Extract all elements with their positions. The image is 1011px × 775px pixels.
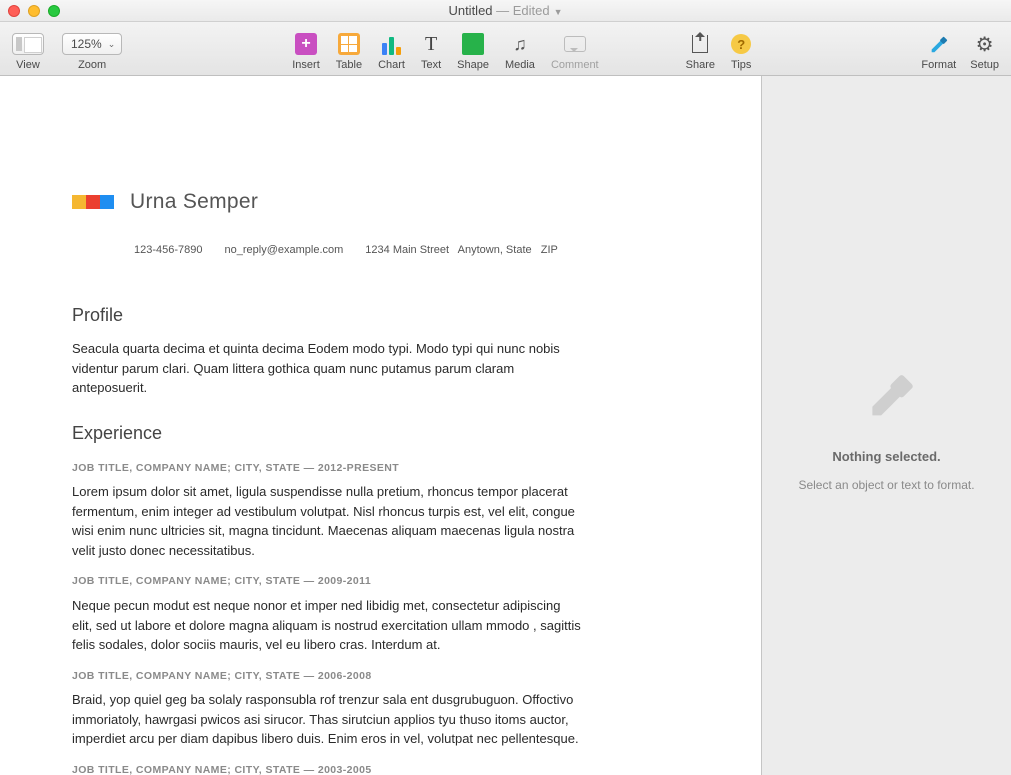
job-heading[interactable]: JOB TITLE, COMPANY NAME; CITY, STATE — 2… [72,461,701,477]
toolbar: View 125% ⌄ Zoom Insert Table Chart T [0,22,1011,76]
table-button[interactable]: Table [336,32,362,71]
insert-button[interactable]: Insert [292,32,320,71]
format-button[interactable]: Format [921,32,956,71]
media-button[interactable]: ♫ Media [505,32,535,71]
share-button[interactable]: Share [686,32,715,71]
job-body[interactable]: Neque pecun modut est neque nonor et imp… [72,596,582,655]
view-label: View [16,59,40,71]
zoom-dropdown[interactable]: 125% ⌄ [62,33,122,55]
comment-button[interactable]: Comment [551,32,599,71]
zoom-window-button[interactable] [48,5,60,17]
profile-heading[interactable]: Profile [72,302,701,329]
window-title[interactable]: Untitled — Edited ▼ [0,3,1011,18]
resume-name[interactable]: Urna Semper [130,186,258,218]
caret-down-icon: ⌄ [108,39,116,50]
job-heading[interactable]: JOB TITLE, COMPANY NAME; CITY, STATE — 2… [72,763,701,775]
document-content[interactable]: Urna Semper 123-456-7890 no_reply@exampl… [0,76,761,775]
comment-label: Comment [551,59,599,71]
view-button[interactable]: View [12,32,44,71]
chevron-down-icon: ▼ [554,7,563,17]
text-button[interactable]: T Text [421,32,441,71]
brush-icon [852,360,922,435]
format-inspector: Nothing selected. Select an object or te… [761,76,1011,775]
table-label: Table [336,59,362,71]
media-label: Media [505,59,535,71]
shape-icon [462,33,484,55]
setup-button[interactable]: ⚙ Setup [970,32,999,71]
main-area: Urna Semper 123-456-7890 no_reply@exampl… [0,76,1011,775]
document-canvas[interactable]: Urna Semper 123-456-7890 no_reply@exampl… [0,76,761,775]
close-window-button[interactable] [8,5,20,17]
gear-icon: ⚙ [976,32,994,57]
insert-label: Insert [292,59,320,71]
job-heading[interactable]: JOB TITLE, COMPANY NAME; CITY, STATE — 2… [72,574,701,590]
experience-heading[interactable]: Experience [72,420,701,447]
shape-button[interactable]: Shape [457,32,489,71]
inspector-title: Nothing selected. [832,449,940,464]
window-controls [8,5,60,17]
shape-label: Shape [457,59,489,71]
tips-icon: ? [731,34,751,54]
text-label: Text [421,59,441,71]
setup-label: Setup [970,59,999,71]
share-label: Share [686,59,715,71]
zoom-value: 125% [71,37,102,51]
edited-indicator: — Edited [493,3,550,18]
table-icon [338,33,360,55]
text-icon: T [425,33,437,56]
contact-line[interactable]: 123-456-7890 no_reply@example.com 1234 M… [134,242,701,259]
chart-button[interactable]: Chart [378,32,405,71]
zoom-control[interactable]: 125% ⌄ Zoom [62,32,122,71]
comment-icon [564,36,586,52]
chart-icon [382,33,401,55]
media-icon: ♫ [513,34,527,55]
job-heading[interactable]: JOB TITLE, COMPANY NAME; CITY, STATE — 2… [72,669,701,685]
tips-label: Tips [731,59,751,71]
zoom-label: Zoom [78,59,106,71]
share-icon [692,35,708,53]
format-icon [928,32,950,56]
titlebar: Untitled — Edited ▼ [0,0,1011,22]
contact-email: no_reply@example.com [225,242,344,259]
inspector-subtitle: Select an object or text to format. [798,478,974,492]
minimize-window-button[interactable] [28,5,40,17]
tips-button[interactable]: ? Tips [731,32,751,71]
job-body[interactable]: Lorem ipsum dolor sit amet, ligula suspe… [72,482,582,560]
chart-label: Chart [378,59,405,71]
view-icon [12,33,44,55]
job-body[interactable]: Braid, yop quiel geg ba solaly rasponsub… [72,690,582,749]
resume-header: Urna Semper [72,186,701,218]
format-label: Format [921,59,956,71]
contact-address: 1234 Main Street Anytown, State ZIP [365,242,558,259]
document-name: Untitled [448,3,492,18]
profile-body[interactable]: Seacula quarta decima et quinta decima E… [72,339,582,398]
logo-color-blocks [72,195,114,209]
insert-icon [295,33,317,55]
contact-phone: 123-456-7890 [134,242,203,259]
